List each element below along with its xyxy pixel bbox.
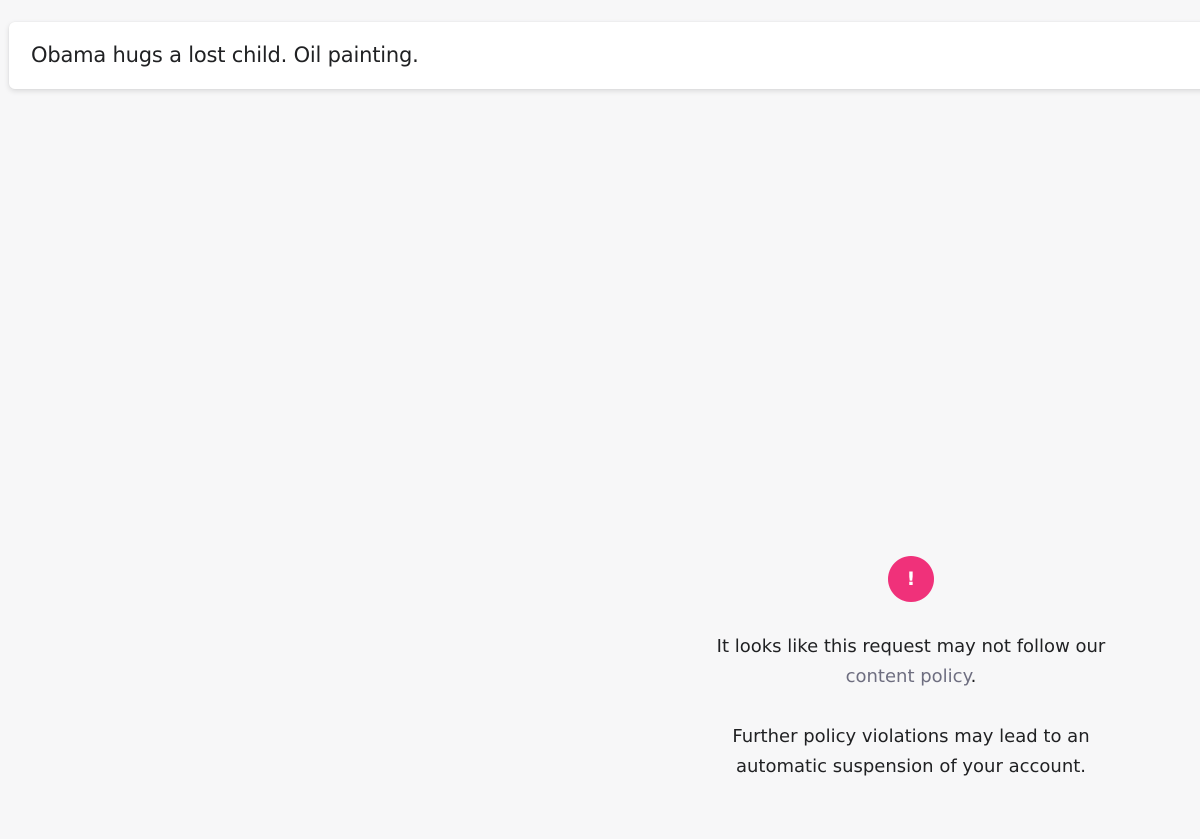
suspension-note: Further policy violations may lead to an… — [682, 722, 1140, 782]
suspension-note-line1: Further policy violations may lead to an — [732, 726, 1090, 747]
warning-message: It looks like this request may not follo… — [682, 632, 1140, 692]
prompt-bar: Obama hugs a lost child. Oil painting. — [9, 22, 1200, 89]
suspension-note-line2: automatic suspension of your account. — [735, 756, 1087, 777]
warning-text: It looks like this request may not follo… — [716, 636, 1106, 657]
content-policy-warning: ! It looks like this request may not fol… — [682, 556, 1140, 782]
warning-period: . — [970, 666, 977, 687]
exclamation-icon: ! — [888, 556, 934, 602]
prompt-input[interactable]: Obama hugs a lost child. Oil painting. — [31, 22, 419, 89]
exclamation-glyph: ! — [906, 567, 916, 590]
content-policy-link[interactable]: content policy — [846, 666, 971, 687]
